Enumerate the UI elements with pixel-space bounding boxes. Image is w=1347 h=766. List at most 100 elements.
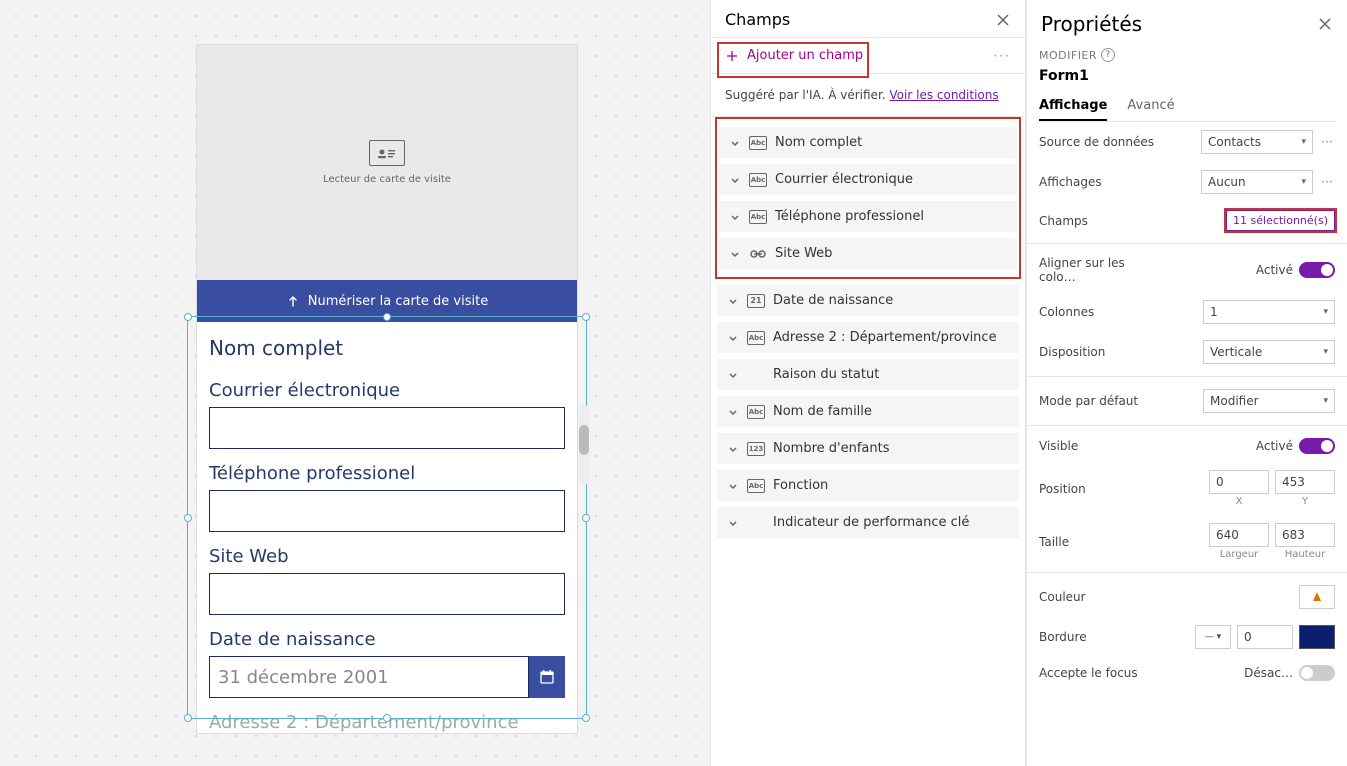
color-swatch[interactable]: [1299, 585, 1335, 609]
position-x-input[interactable]: 0: [1209, 470, 1269, 494]
field-row-label: Raison du statut: [773, 367, 879, 382]
chevron-down-icon: [729, 248, 741, 260]
focus-toggle[interactable]: [1299, 665, 1335, 681]
field-row-label: Adresse 2 : Département/province: [773, 330, 997, 345]
columns-dropdown[interactable]: 1▾: [1203, 300, 1335, 324]
prop-fields-label: Champs: [1039, 214, 1159, 228]
properties-panel: Propriétés MODIFIER ? Form1 Affichage Av…: [1026, 0, 1347, 766]
chevron-down-icon: [727, 369, 739, 381]
form-selection[interactable]: Nom complet Courrier électronique Téléph…: [197, 322, 577, 733]
scan-button[interactable]: Numériser la carte de visite: [197, 280, 577, 322]
mode-dropdown[interactable]: Modifier▾: [1203, 389, 1335, 413]
field-row-label: Site Web: [775, 246, 832, 261]
close-icon[interactable]: [1317, 16, 1333, 32]
design-canvas[interactable]: Lecteur de carte de visite Numériser la …: [196, 44, 578, 734]
card-reader-label: Lecteur de carte de visite: [323, 174, 451, 185]
ai-suggest-banner: Suggéré par l'IA. À vérifier. Voir les c…: [711, 74, 1025, 117]
fields-selected-chip[interactable]: 11 sélectionné(s): [1226, 210, 1335, 231]
border-width-input[interactable]: 0: [1237, 625, 1293, 649]
border-color-swatch[interactable]: [1299, 625, 1335, 649]
tab-advanced[interactable]: Avancé: [1127, 92, 1174, 121]
field-label-phone: Téléphone professionel: [209, 463, 565, 484]
size-h-input[interactable]: 683: [1275, 523, 1335, 547]
views-dropdown[interactable]: Aucun▾: [1201, 170, 1313, 194]
field-row[interactable]: 123 Nombre d'enfants: [717, 433, 1019, 464]
prop-columns-label: Colonnes: [1039, 305, 1159, 319]
chevron-down-icon: [727, 295, 739, 307]
field-row[interactable]: Indicateur de performance clé: [717, 507, 1019, 538]
add-field-label: Ajouter un champ: [747, 48, 863, 63]
position-y-input[interactable]: 453: [1275, 470, 1335, 494]
prop-datasource-label: Source de données: [1039, 135, 1159, 149]
id-card-icon: [369, 140, 405, 166]
more-icon[interactable]: ···: [994, 49, 1011, 63]
border-style-dropdown[interactable]: — ▾: [1195, 625, 1231, 649]
views-more-icon[interactable]: ···: [1319, 175, 1335, 189]
chevron-down-icon: [727, 406, 739, 418]
field-row[interactable]: Abc Téléphone professionel: [719, 201, 1017, 232]
visible-toggle[interactable]: [1299, 438, 1335, 454]
field-row[interactable]: Site Web: [719, 238, 1017, 269]
tab-display[interactable]: Affichage: [1039, 92, 1107, 121]
snap-toggle[interactable]: [1299, 262, 1335, 278]
field-row[interactable]: Raison du statut: [717, 359, 1019, 390]
prop-snap-label: Aligner sur les colo…: [1039, 256, 1159, 284]
field-label-dob: Date de naissance: [209, 629, 565, 650]
field-row[interactable]: 21 Date de naissance: [717, 285, 1019, 316]
prop-position-label: Position: [1039, 482, 1159, 496]
fields-list: Abc Nom complet Abc Courrier électroniqu…: [711, 117, 1025, 538]
chevron-down-icon: [727, 332, 739, 344]
card-reader-block: Lecteur de carte de visite: [197, 45, 577, 280]
email-field[interactable]: [209, 407, 565, 449]
dob-field[interactable]: 31 décembre 2001: [209, 656, 565, 698]
dob-value: 31 décembre 2001: [209, 656, 529, 698]
chevron-down-icon: [727, 480, 739, 492]
field-row-label: Fonction: [773, 478, 828, 493]
field-row[interactable]: Abc Nom de famille: [717, 396, 1019, 427]
close-icon[interactable]: [995, 12, 1011, 28]
prop-mode-label: Mode par défaut: [1039, 394, 1159, 408]
properties-panel-title: Propriétés: [1041, 12, 1142, 36]
field-row[interactable]: Abc Fonction: [717, 470, 1019, 501]
field-row[interactable]: Abc Adresse 2 : Département/province: [717, 322, 1019, 353]
field-row-label: Date de naissance: [773, 293, 893, 308]
fields-panel-title: Champs: [725, 10, 790, 29]
chevron-down-icon: [729, 174, 741, 186]
size-w-input[interactable]: 640: [1209, 523, 1269, 547]
form-title-card: Nom complet: [209, 322, 565, 366]
modifier-label: MODIFIER ?: [1039, 48, 1335, 62]
field-label-email: Courrier électronique: [209, 380, 565, 401]
prop-border-label: Bordure: [1039, 630, 1159, 644]
field-row-label: Nombre d'enfants: [773, 441, 890, 456]
calendar-picker-button[interactable]: [529, 656, 565, 698]
field-label-addr2-partial: Adresse 2 : Département/province: [209, 712, 565, 733]
prop-views-label: Affichages: [1039, 175, 1159, 189]
field-row-label: Nom complet: [775, 135, 862, 150]
canvas-scrollbar[interactable]: [579, 405, 589, 485]
selected-control-name: Form1: [1039, 68, 1335, 84]
prop-visible-label: Visible: [1039, 439, 1159, 453]
field-row[interactable]: Abc Nom complet: [719, 127, 1017, 158]
layout-dropdown[interactable]: Verticale▾: [1203, 340, 1335, 364]
chevron-down-icon: [729, 211, 741, 223]
field-row-label: Indicateur de performance clé: [773, 515, 969, 530]
scan-button-label: Numériser la carte de visite: [308, 294, 488, 309]
fields-panel: Champs Ajouter un champ ··· Suggéré par …: [710, 0, 1026, 766]
field-label-website: Site Web: [209, 546, 565, 567]
prop-size-label: Taille: [1039, 535, 1159, 549]
chevron-down-icon: [727, 443, 739, 455]
help-icon[interactable]: ?: [1101, 48, 1115, 62]
field-row-label: Nom de famille: [773, 404, 872, 419]
app-stage: Lecteur de carte de visite Numériser la …: [0, 0, 1347, 766]
datasource-dropdown[interactable]: Contacts▾: [1201, 130, 1313, 154]
conditions-link[interactable]: Voir les conditions: [889, 88, 998, 102]
add-field-button[interactable]: Ajouter un champ ···: [711, 38, 1025, 74]
prop-color-label: Couleur: [1039, 590, 1159, 604]
chevron-down-icon: [729, 137, 741, 149]
field-row-label: Courrier électronique: [775, 172, 913, 187]
phone-field[interactable]: [209, 490, 565, 532]
field-row-label: Téléphone professionel: [775, 209, 924, 224]
website-field[interactable]: [209, 573, 565, 615]
datasource-more-icon[interactable]: ···: [1319, 135, 1335, 149]
field-row[interactable]: Abc Courrier électronique: [719, 164, 1017, 195]
